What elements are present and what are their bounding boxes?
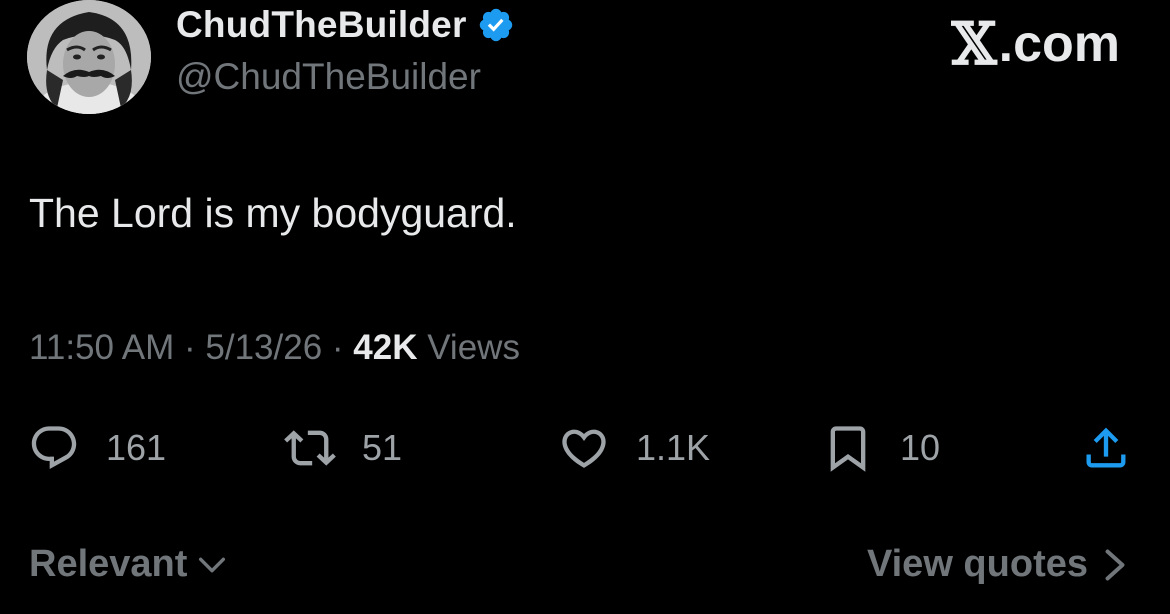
tweet-meta: 11:50 AM · 5/13/26 · 42K Views <box>29 328 520 368</box>
share-button[interactable] <box>1080 420 1132 476</box>
avatar[interactable] <box>27 0 151 114</box>
reply-button[interactable]: 161 <box>28 420 166 476</box>
author-handle[interactable]: @ChudTheBuilder <box>176 56 481 98</box>
action-bar: 161 51 1.1K 10 <box>0 420 1170 476</box>
heart-icon <box>562 429 606 468</box>
repost-button[interactable]: 51 <box>284 420 402 476</box>
x-logo-icon: 𝕏 <box>951 10 997 78</box>
like-count: 1.1K <box>636 427 711 468</box>
sort-dropdown[interactable]: Relevant <box>29 543 229 586</box>
author-name-row: ChudTheBuilder <box>176 4 515 46</box>
reply-count: 161 <box>106 427 167 468</box>
tweet-screenshot: ChudTheBuilder @ChudTheBuilder 𝕏 .com Th… <box>0 0 1170 614</box>
chevron-right-icon <box>1105 549 1125 580</box>
repost-icon <box>284 430 336 466</box>
tweet-text: The Lord is my bodyguard. <box>29 190 517 236</box>
verified-badge-icon <box>479 8 512 42</box>
meta-separator: · <box>174 328 206 367</box>
like-button[interactable]: 1.1K <box>558 420 710 476</box>
views-label: Views <box>417 328 520 367</box>
tweet-time[interactable]: 11:50 AM <box>29 328 174 367</box>
views-count: 42K <box>353 328 418 367</box>
view-quotes-label: View quotes <box>866 543 1088 585</box>
share-icon <box>1086 427 1126 468</box>
sort-label: Relevant <box>29 543 188 585</box>
bookmark-count: 10 <box>900 427 941 468</box>
site-logo: 𝕏 .com <box>952 10 1120 78</box>
site-logo-label: .com <box>998 15 1120 73</box>
avatar-image <box>27 0 151 114</box>
view-quotes-link[interactable]: View quotes <box>867 543 1130 586</box>
repost-count: 51 <box>362 427 403 468</box>
meta-separator: · <box>322 328 354 367</box>
reply-icon <box>31 426 77 470</box>
display-name[interactable]: ChudTheBuilder <box>176 4 467 46</box>
chevron-down-icon <box>199 557 226 572</box>
bookmark-button[interactable]: 10 <box>822 420 940 476</box>
tweet-date[interactable]: 5/13/26 <box>205 328 322 367</box>
bookmark-icon <box>830 426 866 472</box>
